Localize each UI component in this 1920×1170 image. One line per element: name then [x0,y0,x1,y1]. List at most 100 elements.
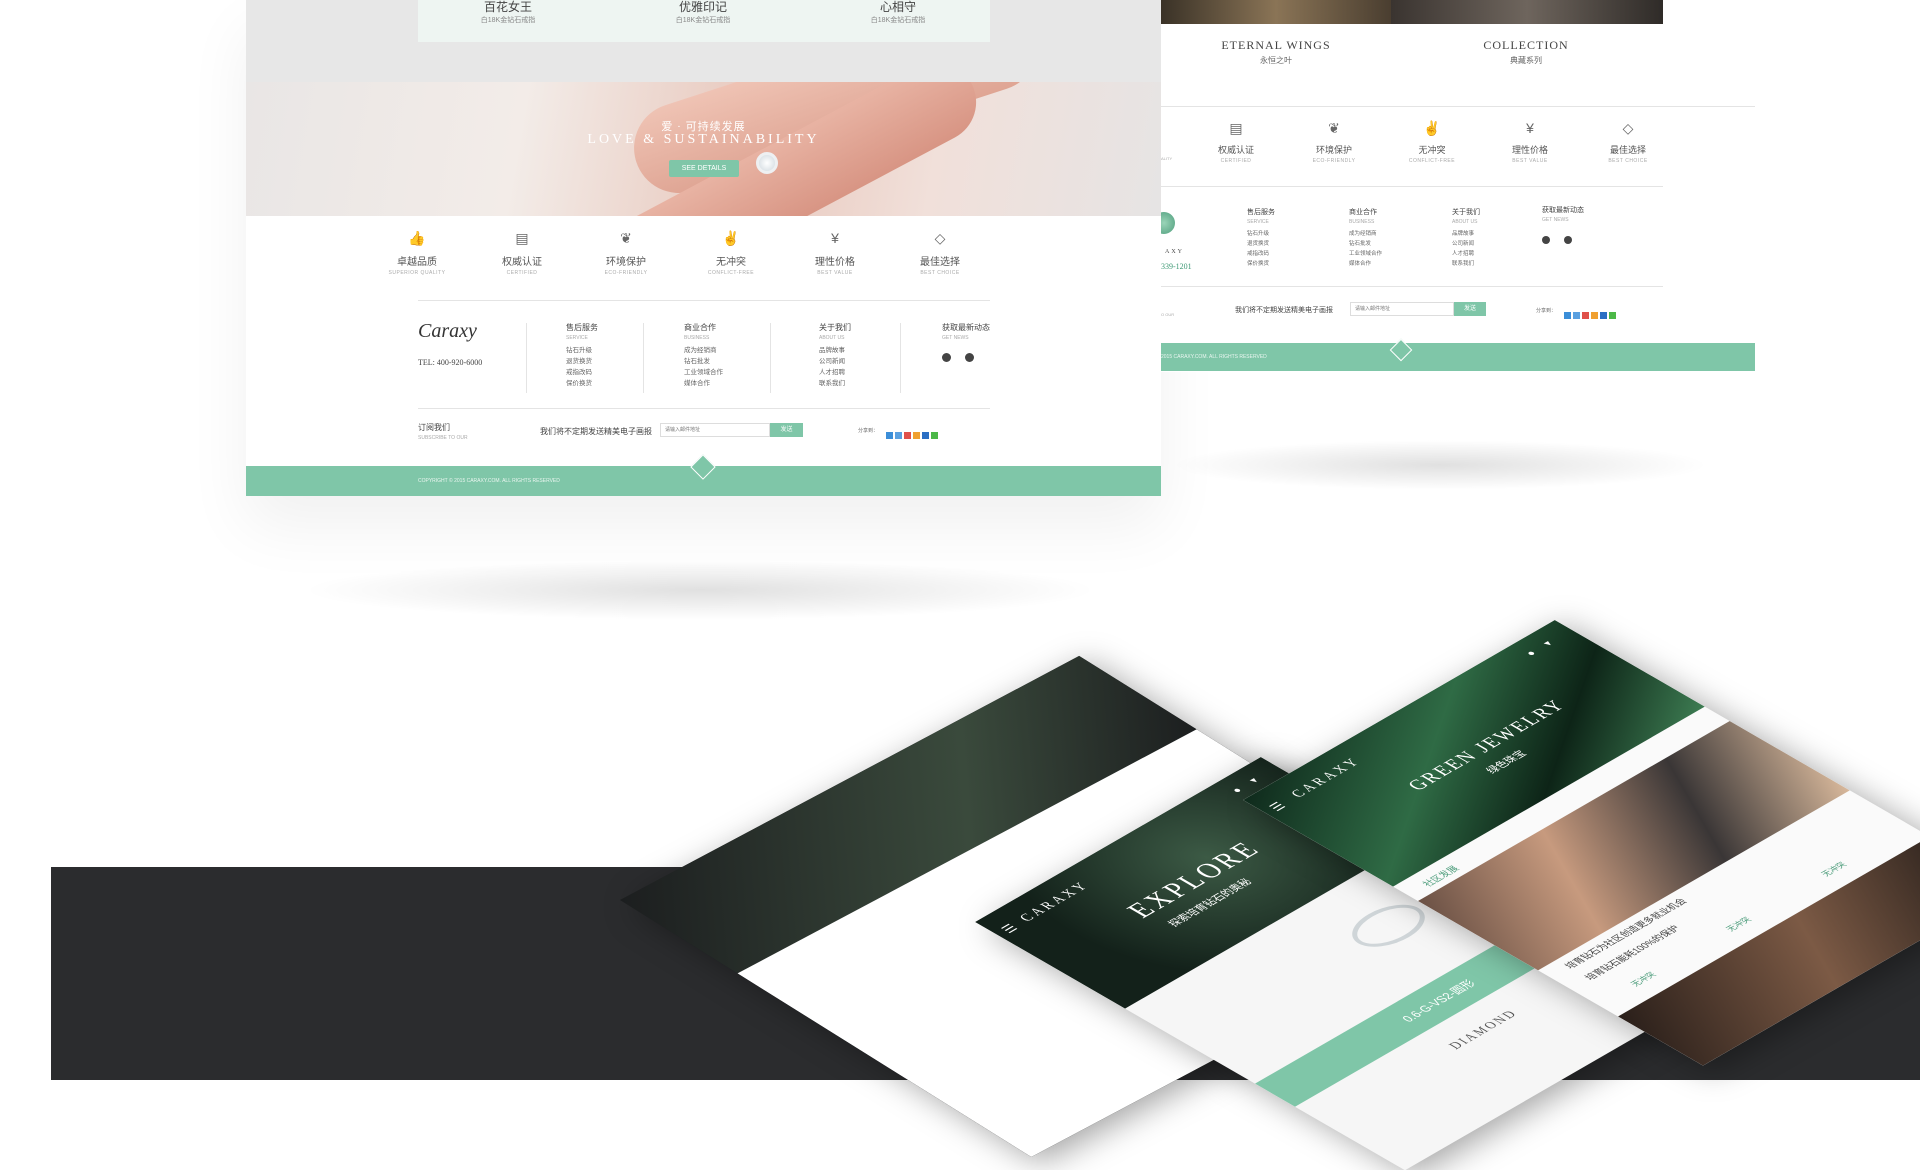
footer-link[interactable]: 联系我们 [1452,259,1480,269]
share-tencent-icon[interactable] [895,432,902,439]
weibo-icon[interactable] [1542,236,1550,244]
product-name: 优雅印记 [678,0,727,14]
footer-link[interactable]: 工业领域合作 [684,367,723,378]
share-douban-icon[interactable] [1600,312,1607,319]
certificate-icon: ▤ [515,230,529,246]
footer-col-title: 关于我们 [1452,209,1480,216]
share-weibo-icon[interactable] [904,432,911,439]
footer-link[interactable]: 钻石批发 [1349,239,1382,249]
feature-label-en: BEST VALUE [1512,158,1548,164]
share-icons [886,426,940,444]
share-douban-icon[interactable] [922,432,929,439]
share-wechat-icon[interactable] [1609,312,1616,319]
footer-link[interactable]: 人才招聘 [819,367,851,378]
footer-link[interactable]: 保价换货 [1247,259,1275,269]
share-tencent-icon[interactable] [1573,312,1580,319]
send-button[interactable]: 发送 [770,423,803,437]
brand-logo[interactable]: Caraxy [418,320,477,343]
footer-link[interactable]: 工业领域合作 [1349,249,1382,259]
email-input[interactable] [1350,302,1454,316]
feature-choice: ◇ 最佳选择 BEST CHOICE [888,228,992,276]
ring-image [756,152,778,174]
product-item[interactable]: 优雅印记 白18K金钻石戒指 [633,0,773,25]
collection-image [1391,0,1663,24]
footer-link[interactable]: 成为经销商 [1349,229,1382,239]
divider [526,323,527,393]
feature-certified: ▤ 权威认证 CERTIFIED [1196,118,1276,164]
feature-value: ¥ 理性价格 BEST VALUE [783,228,887,276]
footer-link[interactable]: 品牌故事 [819,345,851,356]
divider [770,323,771,393]
subscribe-title-en: SUBSCRIBE TO OUR [418,435,468,441]
footer-col-title-en: BUSINESS [684,335,710,341]
wechat-icon[interactable] [1564,236,1573,244]
footer-col-title: 获取最新动态 [942,323,990,332]
feature-label-en: CONFLICT-FREE [707,270,755,276]
footer-link[interactable]: 戒指改码 [1247,249,1275,259]
yen-icon: ¥ [1526,120,1534,136]
weibo-icon[interactable] [942,353,951,362]
footer-link[interactable]: 公司新闻 [819,356,851,367]
product-item[interactable]: 心相守 白18K金钻石戒指 [828,0,968,25]
footer-link[interactable]: 保价换货 [566,378,598,389]
collection-sub: 典藏系列 [1510,56,1542,65]
share-renren-icon[interactable] [913,432,920,439]
diamond-spec: 0.6-G-VS2-圆形 [1399,978,1480,1025]
feature-conflict-free: 无冲突 [1628,970,1659,988]
share-weibo-icon[interactable] [1582,312,1589,319]
dove-icon: ✌ [1423,120,1441,136]
footer-link[interactable]: 人才招聘 [1452,249,1480,259]
see-details-button[interactable]: SEE DETAILS [669,160,739,177]
subscribe-title-en: O OUR [1161,312,1175,317]
share-renren-icon[interactable] [1591,312,1598,319]
share-wechat-icon[interactable] [931,432,938,439]
divider [418,300,990,301]
feature-value: ¥ 理性价格 BEST VALUE [1490,118,1570,164]
footer-link[interactable]: 成为经销商 [684,345,723,356]
share-qzone-icon[interactable] [886,432,893,439]
feature-label: 理性价格 [815,257,855,268]
footer-link[interactable]: 公司新闻 [1452,239,1480,249]
certificate-icon: ▤ [1229,120,1243,136]
feature-label-en: SUPERIOR QUALITY [388,270,446,276]
send-button[interactable]: 发送 [1454,302,1486,316]
footer-link[interactable]: 媒体合作 [1349,259,1382,269]
feature-eco: ❦ 环境保护 ECO-FRIENDLY [574,228,678,276]
footer-link[interactable]: 媒体合作 [684,378,723,389]
footer-link[interactable]: 钻石批发 [684,356,723,367]
footer-link[interactable]: 退货换货 [566,356,598,367]
footer-link[interactable]: 钻石升级 [1247,229,1275,239]
diamond-icon: ◇ [1622,120,1634,136]
feature-label: 环境保护 [606,257,646,268]
feature-conflict-free: 无冲突 [1723,915,1754,933]
footer-link[interactable]: 品牌故事 [1452,229,1480,239]
share-qzone-icon[interactable] [1564,312,1571,319]
mockup-shadow [1170,440,1710,490]
feature-conflict-free: ✌ 无冲突 CONFLICT-FREE [679,228,783,276]
dove-icon: ✌ [722,230,740,246]
email-input[interactable] [660,423,770,437]
feature-eco: ❦ 环境保护 ECO-FRIENDLY [1294,118,1374,164]
footer-col-title-en: ABOUT US [819,335,845,341]
feature-label: 权威认证 [1217,145,1254,155]
product-desc: 白18K金钻石戒指 [675,17,731,24]
feature-label: 最佳选择 [1609,145,1646,155]
footer-link[interactable]: 钻石升级 [566,345,598,356]
wechat-icon[interactable] [965,353,975,362]
collection-eternal-wings[interactable]: ETERNAL WINGS 永恒之叶 [1161,38,1391,66]
footer-col-title-en: ABOUT US [1452,219,1478,225]
collection-main[interactable]: COLLECTION 典藏系列 [1411,38,1641,66]
product-card-strip: 百花女王 白18K金钻石戒指 优雅印记 白18K金钻石戒指 心相守 白18K金钻… [418,0,990,42]
website-mockup-right: ETERNAL WINGS 永恒之叶 COLLECTION 典藏系列 ALITY… [1161,0,1755,372]
footer-link[interactable]: 退货换货 [1247,239,1275,249]
footer-link[interactable]: 联系我们 [819,378,851,389]
footer-col-about: 关于我们 ABOUT US 品牌故事 公司新闻 人才招聘 联系我们 [819,322,851,389]
divider [418,408,990,409]
product-item[interactable]: 百花女王 白18K金钻石戒指 [438,0,578,25]
footer-col-title: 获取最新动态 [1542,207,1584,214]
feature-label: 卓越品质 [397,257,437,268]
phone-section-title: DIAMOND [1444,1007,1522,1052]
brand-logo[interactable]: AXY [1165,249,1184,255]
footer-link[interactable]: 戒指改码 [566,367,598,378]
subscribe-heading: 订阅我们 SUBSCRIBE TO OUR [418,422,468,441]
